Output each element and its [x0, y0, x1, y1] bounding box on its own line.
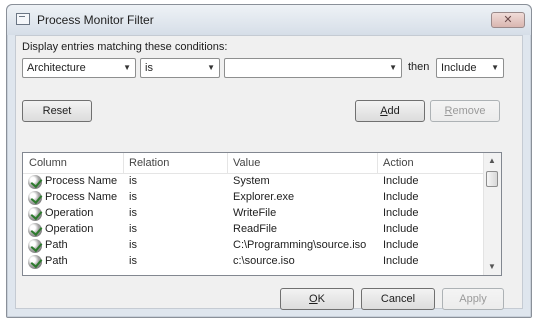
- row-value: ReadFile: [233, 223, 278, 235]
- row-action: Include: [383, 255, 419, 267]
- row-value: System: [233, 175, 270, 187]
- apply-button[interactable]: Apply: [442, 288, 504, 310]
- relation-select-value: is: [145, 62, 153, 74]
- column-header-relation[interactable]: Relation: [129, 157, 169, 169]
- row-value: WriteFile: [233, 207, 277, 219]
- checkmark-icon[interactable]: [28, 207, 42, 221]
- conditions-prompt: Display entries matching these condition…: [22, 41, 228, 53]
- title-bar: Process Monitor Filter ✕: [7, 5, 531, 35]
- filter-row[interactable]: Path is C:\Programming\source.iso Includ…: [23, 238, 484, 254]
- row-relation: is: [129, 207, 137, 219]
- header-divider: [227, 153, 228, 173]
- row-column: Operation: [45, 207, 94, 219]
- filter-row[interactable]: Process Name is System Include: [23, 174, 484, 190]
- row-column: Process Name: [45, 191, 118, 203]
- ok-button[interactable]: OK: [280, 288, 354, 310]
- chevron-down-icon: ▼: [389, 63, 397, 72]
- row-value: C:\Programming\source.iso: [233, 239, 367, 251]
- row-relation: is: [129, 255, 137, 267]
- add-button[interactable]: Add: [355, 100, 425, 122]
- column-header-column[interactable]: Column: [29, 157, 67, 169]
- row-relation: is: [129, 223, 137, 235]
- value-combo[interactable]: ▼: [224, 58, 402, 78]
- list-header: Column Relation Value Action: [23, 153, 484, 174]
- close-button[interactable]: ✕: [491, 12, 525, 28]
- then-label: then: [408, 61, 430, 73]
- row-action: Include: [383, 239, 419, 251]
- action-select-value: Include: [441, 62, 477, 74]
- scroll-up-icon[interactable]: ▲: [484, 153, 500, 169]
- header-divider: [123, 153, 124, 173]
- row-action: Include: [383, 223, 419, 235]
- filter-list[interactable]: Column Relation Value Action Process Nam…: [22, 152, 502, 276]
- row-relation: is: [129, 191, 137, 203]
- filter-row[interactable]: Process Name is Explorer.exe Include: [23, 190, 484, 206]
- action-select[interactable]: Include ▼: [436, 58, 504, 78]
- row-column: Path: [45, 239, 68, 251]
- remove-button[interactable]: Remove: [430, 100, 500, 122]
- column-header-action[interactable]: Action: [383, 157, 414, 169]
- filter-dialog: Process Monitor Filter ✕ Display entries…: [6, 4, 532, 318]
- window-title: Process Monitor Filter: [37, 13, 154, 27]
- row-relation: is: [129, 175, 137, 187]
- reset-button[interactable]: Reset: [22, 100, 92, 122]
- checkmark-icon[interactable]: [28, 239, 42, 253]
- row-value: Explorer.exe: [233, 191, 295, 203]
- filter-row[interactable]: Operation is WriteFile Include: [23, 206, 484, 222]
- row-value: c:\source.iso: [233, 255, 295, 267]
- scrollbar-thumb[interactable]: [486, 171, 498, 187]
- row-action: Include: [383, 175, 419, 187]
- checkmark-icon[interactable]: [28, 255, 42, 269]
- vertical-scrollbar[interactable]: ▲ ▼: [483, 153, 501, 275]
- column-header-value[interactable]: Value: [233, 157, 260, 169]
- row-action: Include: [383, 207, 419, 219]
- column-select[interactable]: Architecture ▼: [22, 58, 136, 78]
- row-column: Process Name: [45, 175, 118, 187]
- relation-select[interactable]: is ▼: [140, 58, 220, 78]
- chevron-down-icon: ▼: [123, 63, 131, 72]
- cancel-button[interactable]: Cancel: [361, 288, 435, 310]
- row-column: Path: [45, 255, 68, 267]
- row-column: Operation: [45, 223, 94, 235]
- app-icon: [16, 13, 30, 25]
- filter-row[interactable]: Operation is ReadFile Include: [23, 222, 484, 238]
- chevron-down-icon: ▼: [207, 63, 215, 72]
- row-relation: is: [129, 239, 137, 251]
- checkmark-icon[interactable]: [28, 223, 42, 237]
- row-action: Include: [383, 191, 419, 203]
- checkmark-icon[interactable]: [28, 191, 42, 205]
- checkmark-icon[interactable]: [28, 175, 42, 189]
- column-select-value: Architecture: [27, 62, 86, 74]
- filter-row[interactable]: Path is c:\source.iso Include: [23, 254, 484, 270]
- dialog-body: Display entries matching these condition…: [15, 35, 523, 310]
- header-divider: [377, 153, 378, 173]
- scroll-down-icon[interactable]: ▼: [484, 259, 500, 275]
- chevron-down-icon: ▼: [491, 63, 499, 72]
